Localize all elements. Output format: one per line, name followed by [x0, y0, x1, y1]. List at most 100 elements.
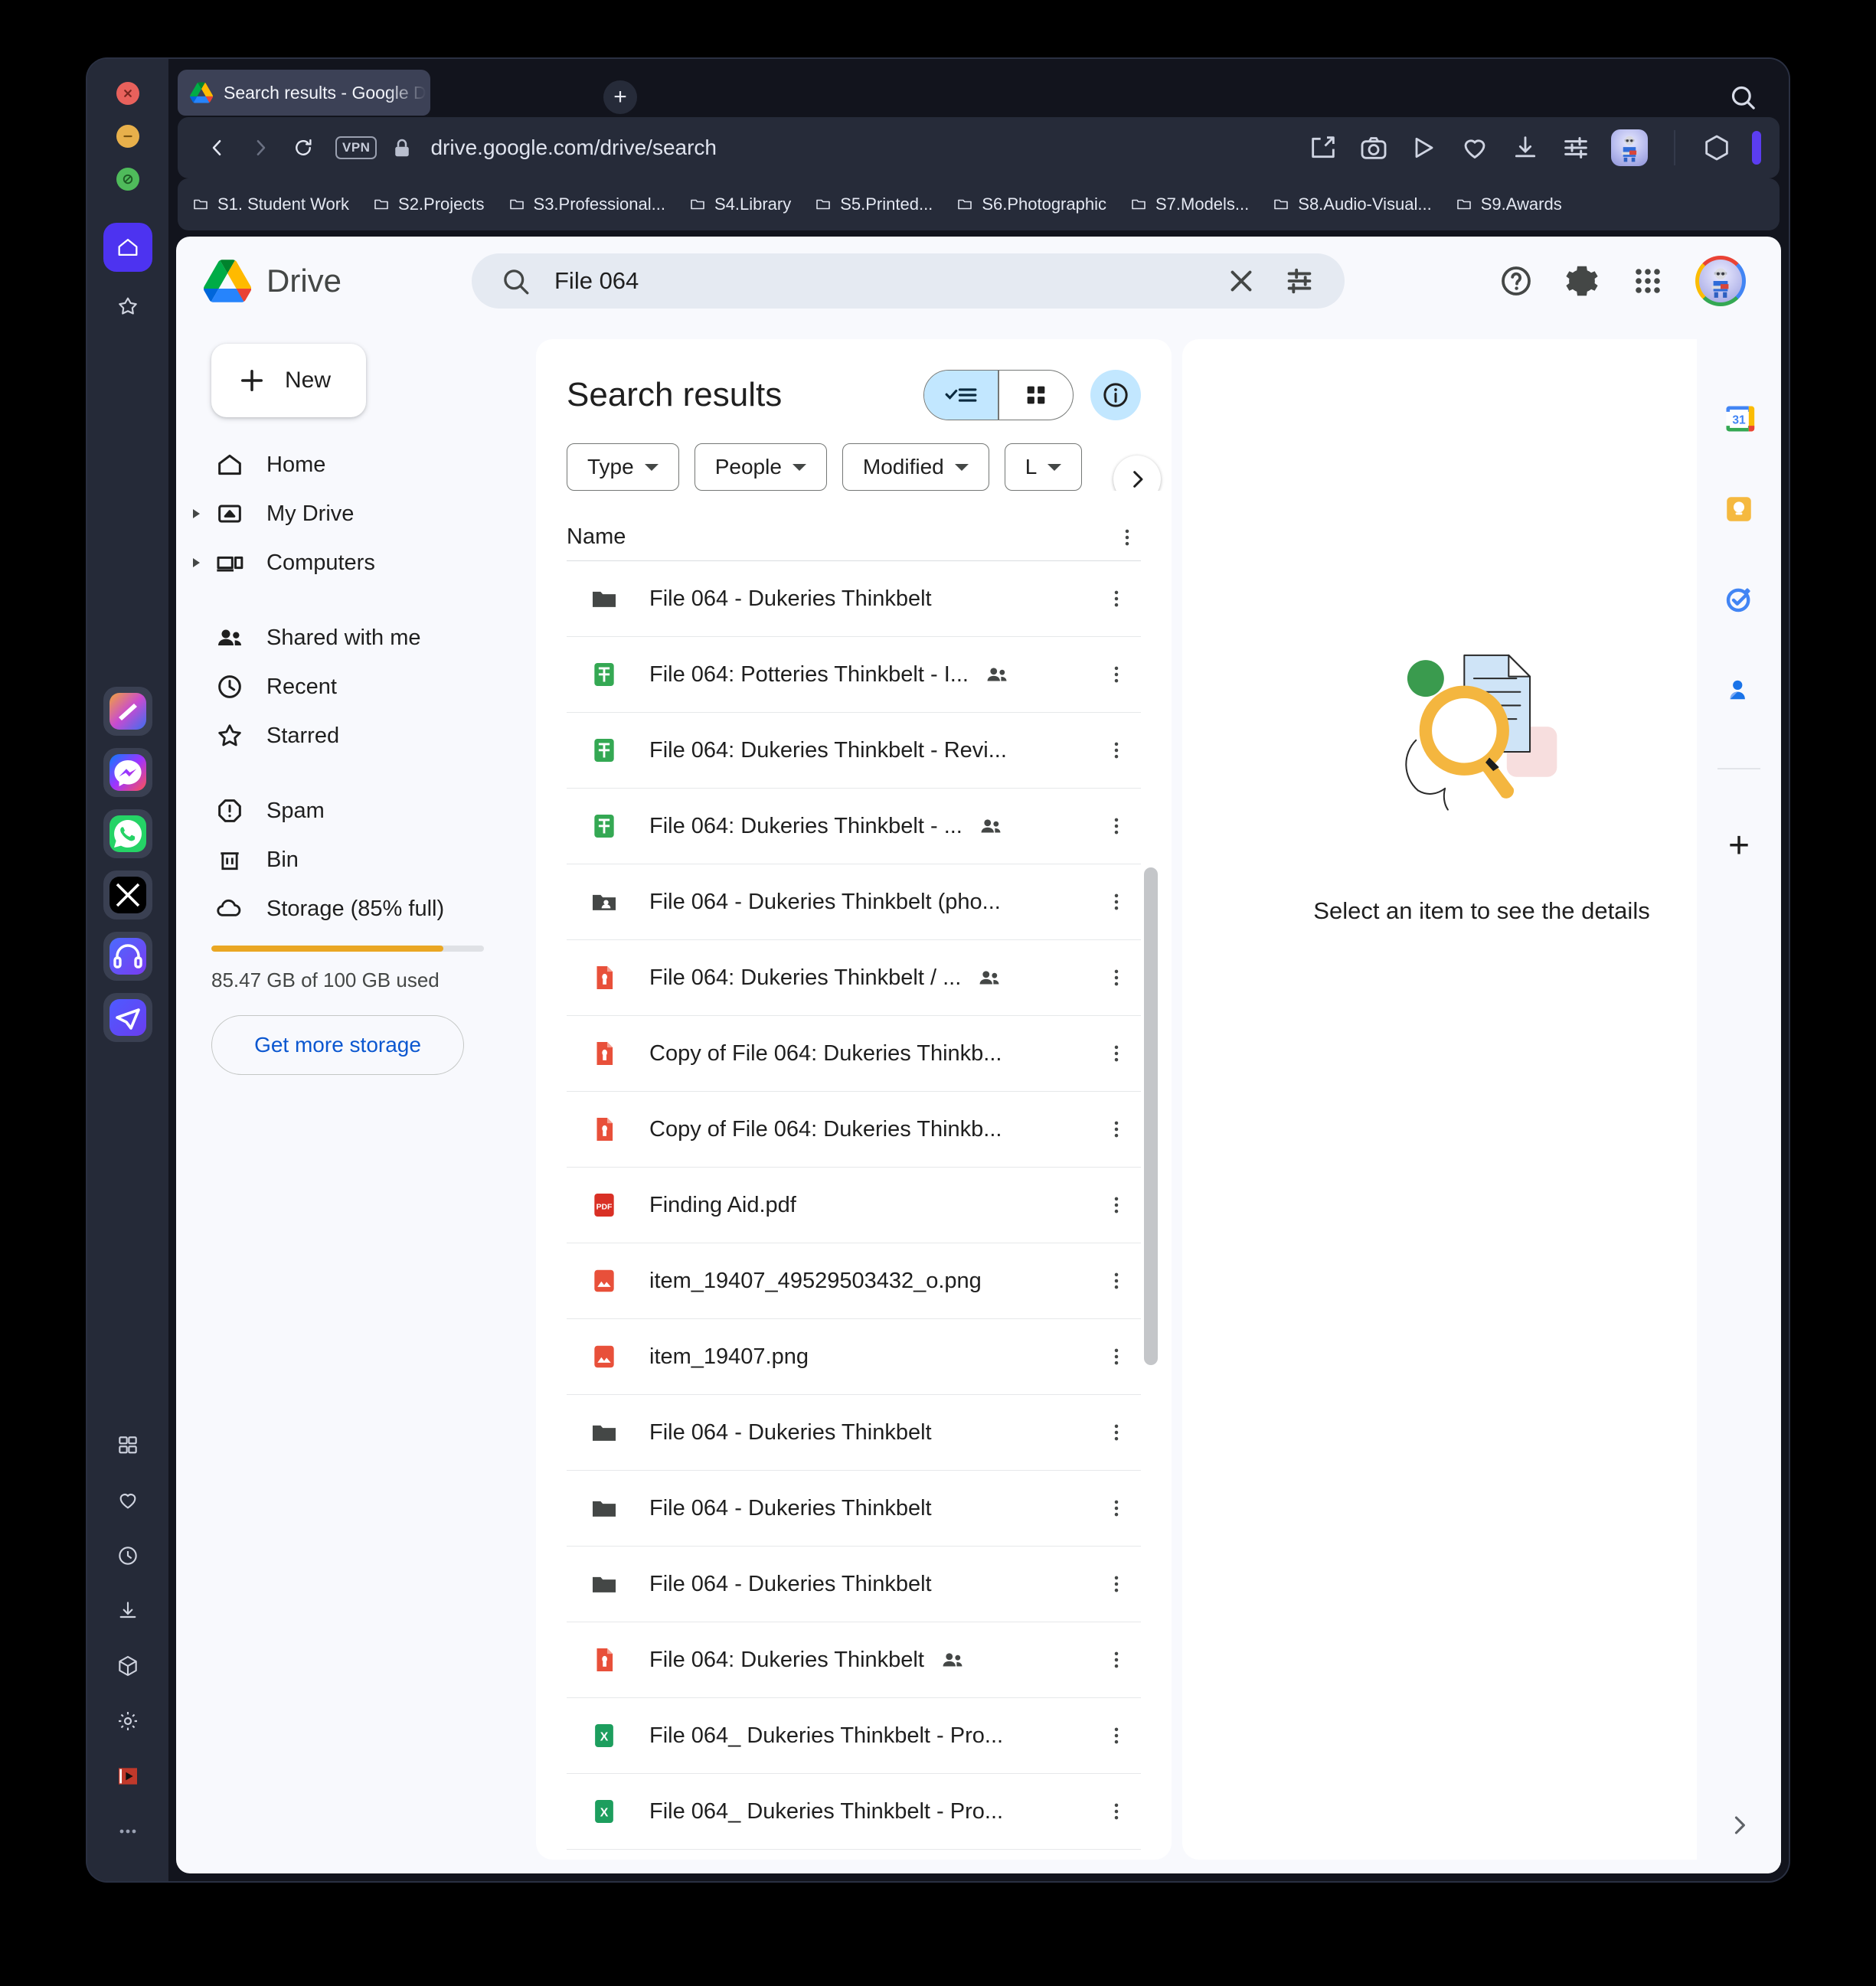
maximize-window-button[interactable]	[116, 168, 139, 191]
profile-avatar-icon[interactable]	[1611, 129, 1648, 166]
bookmark-item[interactable]: S2.Projects	[372, 194, 485, 214]
sliders-icon[interactable]	[1561, 132, 1591, 163]
home-dock-button[interactable]	[103, 223, 152, 272]
filter-chip-people[interactable]: People	[694, 443, 827, 491]
sidebar-item-my-drive[interactable]: My Drive	[193, 489, 536, 538]
row-options-icon[interactable]	[1103, 888, 1130, 916]
downloads-icon[interactable]	[115, 1598, 141, 1624]
vpn-badge[interactable]: VPN	[335, 136, 377, 159]
table-row[interactable]: Copy of File 064: Dukeries Thinkb...	[567, 1092, 1141, 1168]
column-options-icon[interactable]	[1113, 524, 1141, 551]
chips-next-button[interactable]	[1113, 456, 1161, 491]
add-apps-icon[interactable]: +	[1728, 828, 1750, 864]
app-icon-whatsapp[interactable]	[103, 809, 152, 858]
bookmark-item[interactable]: S4.Library	[688, 194, 791, 214]
favorites-heart-icon[interactable]	[115, 1488, 141, 1514]
filter-chip-type[interactable]: Type	[567, 443, 679, 491]
table-row[interactable]: File 064 - Dukeries Thinkbelt	[567, 561, 1141, 637]
filter-chip-location[interactable]: L	[1004, 443, 1083, 491]
camera-icon[interactable]	[1358, 132, 1389, 163]
bookmark-item[interactable]: S6.Photographic	[956, 194, 1106, 214]
search-input[interactable]: File 064	[554, 267, 1201, 295]
media-player-icon[interactable]	[115, 1763, 141, 1789]
bookmark-item[interactable]: S1. Student Work	[191, 194, 349, 214]
view-toggle[interactable]	[923, 370, 1074, 420]
filter-chip-modified[interactable]: Modified	[842, 443, 989, 491]
table-row[interactable]: item_19407.png	[567, 1319, 1141, 1395]
more-options-icon[interactable]	[115, 1818, 141, 1844]
edit-pin-icon[interactable]	[1308, 132, 1338, 163]
table-row[interactable]: Copy of File 064: Dukeries Thinkb...	[567, 1016, 1141, 1092]
cube-icon[interactable]	[1701, 132, 1732, 163]
new-tab-button[interactable]: +	[603, 80, 637, 114]
close-window-button[interactable]	[116, 82, 139, 105]
app-icon-x-twitter[interactable]	[103, 871, 152, 920]
row-options-icon[interactable]	[1103, 1191, 1130, 1219]
row-options-icon[interactable]	[1103, 1646, 1130, 1674]
apps-grid-icon[interactable]	[1629, 263, 1666, 299]
back-button[interactable]	[196, 126, 239, 169]
row-options-icon[interactable]	[1103, 964, 1130, 991]
history-clock-icon[interactable]	[115, 1543, 141, 1569]
table-row[interactable]: item_19407_49529503432_o.png	[567, 1243, 1141, 1319]
forward-button[interactable]	[239, 126, 282, 169]
file-list-scrollbar[interactable]	[1144, 867, 1158, 1365]
table-row[interactable]: File 064 - Dukeries Thinkbelt	[567, 1471, 1141, 1547]
chevron-right-icon[interactable]	[193, 509, 200, 518]
table-row[interactable]: File 064 - Dukeries Thinkbelt	[567, 1547, 1141, 1622]
list-view-icon[interactable]	[924, 371, 998, 420]
sidebar-item-spam[interactable]: Spam	[211, 786, 536, 835]
settings-gear-icon[interactable]	[115, 1708, 141, 1734]
browser-tab[interactable]: Search results - Google D	[178, 70, 430, 116]
table-row[interactable]: File 064: Potteries Thinkbelt - I...	[567, 637, 1141, 713]
sidebar-item-recent[interactable]: Recent	[211, 662, 536, 711]
star-dock-button[interactable]	[103, 283, 152, 332]
bookmark-item[interactable]: S5.Printed...	[814, 194, 933, 214]
bookmark-item[interactable]: S7.Models...	[1129, 194, 1249, 214]
app-icon-headphones[interactable]	[103, 932, 152, 981]
tasks-icon[interactable]	[1719, 580, 1759, 619]
table-row[interactable]: File 064: Dukeries Thinkbelt - ...	[567, 789, 1141, 864]
browser-search-icon[interactable]	[1727, 82, 1758, 113]
extensions-cube-icon[interactable]	[115, 1653, 141, 1679]
get-more-storage-button[interactable]: Get more storage	[211, 1015, 464, 1075]
table-row[interactable]: X File 064_ Dukeries Thinkbelt - Pro...	[567, 1698, 1141, 1774]
table-row[interactable]: X File 064_ Dukeries Thinkbelt - Pro...	[567, 1774, 1141, 1850]
info-icon[interactable]	[1090, 370, 1141, 420]
app-icon-telegram[interactable]	[103, 993, 152, 1042]
row-options-icon[interactable]	[1103, 1343, 1130, 1370]
keep-icon[interactable]	[1719, 489, 1759, 529]
bookmark-item[interactable]: S9.Awards	[1455, 194, 1562, 214]
row-options-icon[interactable]	[1103, 661, 1130, 688]
minimize-window-button[interactable]	[116, 125, 139, 148]
chevron-right-icon[interactable]	[193, 558, 200, 567]
sidebar-item-home[interactable]: Home	[211, 440, 536, 489]
row-options-icon[interactable]	[1103, 1267, 1130, 1295]
drive-logo[interactable]: Drive	[204, 260, 464, 302]
grid-view-icon[interactable]	[999, 371, 1073, 420]
table-row[interactable]: PDF Finding Aid.pdf	[567, 1168, 1141, 1243]
table-row[interactable]: File 064: Dukeries Thinkbelt / ...	[567, 940, 1141, 1016]
row-options-icon[interactable]	[1103, 1570, 1130, 1598]
sidebar-toggle-indicator[interactable]	[1752, 131, 1761, 165]
row-options-icon[interactable]	[1103, 1040, 1130, 1067]
download-icon[interactable]	[1510, 132, 1541, 163]
row-options-icon[interactable]	[1103, 1115, 1130, 1143]
contacts-icon[interactable]	[1719, 670, 1759, 710]
search-bar[interactable]: File 064	[472, 253, 1345, 309]
search-options-button[interactable]	[1282, 263, 1317, 299]
new-button[interactable]: New	[211, 344, 366, 417]
app-icon-messenger[interactable]	[103, 748, 152, 797]
table-row[interactable]: File 064 - Dukeries Thinkbelt	[567, 1395, 1141, 1471]
row-options-icon[interactable]	[1103, 1494, 1130, 1522]
send-icon[interactable]	[1409, 132, 1440, 163]
sidebar-item-storage[interactable]: Storage (85% full)	[211, 884, 536, 933]
account-avatar[interactable]	[1695, 256, 1746, 306]
row-options-icon[interactable]	[1103, 737, 1130, 764]
gear-icon[interactable]	[1564, 263, 1600, 299]
bookmark-item[interactable]: S8.Audio-Visual...	[1272, 194, 1432, 214]
row-options-icon[interactable]	[1103, 812, 1130, 840]
row-options-icon[interactable]	[1103, 585, 1130, 612]
reload-button[interactable]	[282, 126, 325, 169]
heart-icon[interactable]	[1459, 132, 1490, 163]
